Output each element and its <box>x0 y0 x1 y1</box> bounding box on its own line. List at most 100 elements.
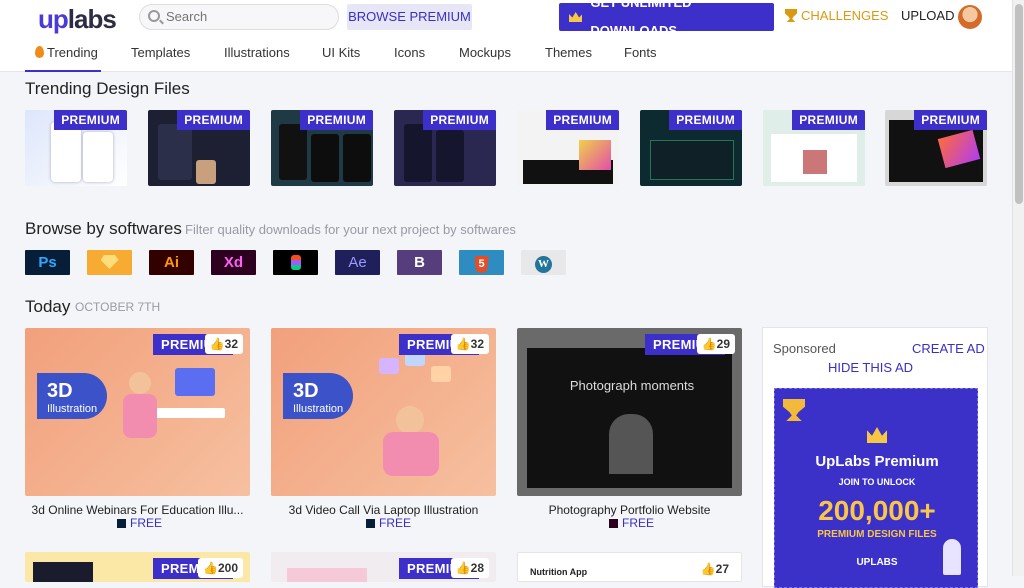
ad-files: PREMIUM DESIGN FILES <box>817 529 937 540</box>
tab-trending[interactable]: Trending <box>25 38 101 72</box>
card-title[interactable]: 3d Online Webinars For Education Illu... <box>25 503 250 517</box>
create-ad-link[interactable]: CREATE AD <box>912 341 985 356</box>
design-card[interactable]: 3D Illustration PREMIUM 👍32 <box>271 328 496 496</box>
like-count[interactable]: 👍29 <box>696 334 735 354</box>
like-count[interactable]: 👍27 <box>695 559 734 579</box>
uplabs-logo[interactable]: uplabs <box>38 4 117 35</box>
design-card[interactable]: Photograph moments PREMIUM 👍29 <box>517 328 742 496</box>
ad-count: 200,000+ <box>818 495 936 526</box>
xd-icon <box>609 518 618 528</box>
premium-badge: PREMIUM <box>177 110 250 130</box>
design-card[interactable]: Nutrition App 👍27 <box>517 552 742 582</box>
trending-thumb[interactable]: PREMIUM <box>271 110 373 186</box>
logo-labs: labs <box>67 4 117 34</box>
figma-filter[interactable] <box>273 250 318 275</box>
like-number: 27 <box>715 562 729 576</box>
trending-thumb[interactable]: PREMIUM <box>885 110 987 186</box>
thumbs-up-icon: 👍 <box>455 561 471 575</box>
thumb-art <box>803 150 827 174</box>
design-card[interactable]: PREMIUM 👍28 <box>271 552 496 582</box>
design-card[interactable]: PREMIUM 👍200 <box>25 552 250 582</box>
bootstrap-filter[interactable]: B <box>397 250 442 275</box>
like-count[interactable]: 👍32 <box>450 334 489 354</box>
sketch-filter[interactable] <box>87 250 132 275</box>
card-title[interactable]: Photography Portfolio Website <box>517 503 742 517</box>
thumb-art <box>158 124 192 180</box>
tab-ui-kits[interactable]: UI Kits <box>322 45 360 60</box>
card-art <box>129 372 151 394</box>
trending-title: Trending Design Files <box>25 79 190 98</box>
card-price: FREE <box>366 516 411 530</box>
tab-fonts[interactable]: Fonts <box>624 45 657 60</box>
tab-themes[interactable]: Themes <box>545 45 592 60</box>
like-count[interactable]: 👍200 <box>198 558 243 578</box>
page-scrollbar[interactable] <box>1012 0 1024 576</box>
card-art-text: Photograph moments <box>569 378 695 393</box>
trending-thumb[interactable]: PREMIUM <box>148 110 250 186</box>
flame-icon <box>35 46 44 58</box>
card-price: FREE <box>117 516 162 530</box>
design-card[interactable]: 3D Illustration PREMIUM 👍32 <box>25 328 250 496</box>
premium-badge: PREMIUM <box>300 110 373 130</box>
photoshop-icon <box>117 518 126 528</box>
like-number: 29 <box>716 337 730 351</box>
premium-badge: PREMIUM <box>914 110 987 130</box>
like-count[interactable]: 👍28 <box>450 558 489 578</box>
illustrator-filter[interactable]: Ai <box>149 250 194 275</box>
premium-ad[interactable]: UpLabs Premium JOIN TO UNLOCK 200,000+ P… <box>774 388 978 588</box>
like-number: 200 <box>217 561 238 575</box>
thumb-art <box>51 122 81 182</box>
thumb-art <box>311 134 339 182</box>
card-art <box>175 368 215 396</box>
card-art <box>609 414 653 474</box>
tab-templates[interactable]: Templates <box>131 45 190 60</box>
wordpress-icon: W <box>535 256 552 273</box>
html5-filter[interactable]: 5 <box>459 250 504 275</box>
thumb-art <box>404 124 432 182</box>
trending-thumb[interactable]: PREMIUM <box>394 110 496 186</box>
xd-filter[interactable]: Xd <box>211 250 256 275</box>
trending-thumb[interactable]: PREMIUM <box>25 110 127 186</box>
card-art <box>155 408 225 418</box>
search-box[interactable] <box>139 4 339 30</box>
scrollbar-thumb[interactable] <box>1015 4 1023 204</box>
browse-premium-button[interactable]: BROWSE PREMIUM <box>347 4 472 30</box>
challenges-link[interactable]: CHALLENGES <box>785 8 888 23</box>
trending-thumb[interactable]: PREMIUM <box>763 110 865 186</box>
photoshop-filter[interactable]: Ps <box>25 250 70 275</box>
card-title[interactable]: 3d Video Call Via Laptop Illustration <box>271 503 496 517</box>
premium-badge: PREMIUM <box>423 110 496 130</box>
search-input[interactable] <box>166 9 326 24</box>
tab-mockups[interactable]: Mockups <box>459 45 511 60</box>
tab-illustrations[interactable]: Illustrations <box>224 45 290 60</box>
wordpress-filter[interactable]: W <box>521 250 566 275</box>
rocket-icon <box>943 539 961 575</box>
trophy-icon <box>783 399 805 421</box>
card-art-text: Illustration <box>293 403 344 415</box>
thumbs-up-icon: 👍 <box>209 337 225 351</box>
logo-up: up <box>38 4 69 34</box>
hide-ad-link[interactable]: HIDE THIS AD <box>828 360 913 375</box>
sketch-icon <box>100 255 119 269</box>
trending-thumb[interactable]: PREMIUM <box>640 110 742 186</box>
tab-label: Trending <box>47 45 98 60</box>
thumb-art <box>343 134 371 182</box>
card-art <box>383 432 439 476</box>
card-art-text: 3D <box>47 380 73 402</box>
like-number: 28 <box>470 561 484 575</box>
like-count[interactable]: 👍32 <box>204 334 243 354</box>
figma-icon <box>290 255 301 270</box>
trophy-icon <box>785 9 797 22</box>
avatar[interactable] <box>958 5 982 29</box>
thumb-art <box>650 140 734 180</box>
tab-icons[interactable]: Icons <box>394 45 425 60</box>
price-label: FREE <box>379 516 412 530</box>
sponsored-panel: Sponsored CREATE AD HIDE THIS AD UpLabs … <box>762 327 988 588</box>
thumb-art <box>83 132 113 182</box>
premium-badge: PREMIUM <box>546 110 619 130</box>
get-unlimited-downloads-button[interactable]: GET UNLIMITED DOWNLOADS <box>559 0 774 38</box>
after-effects-filter[interactable]: Ae <box>335 250 380 275</box>
thumb-art <box>279 124 307 180</box>
trending-thumb[interactable]: PREMIUM <box>517 110 619 186</box>
upload-link[interactable]: UPLOAD <box>901 8 954 23</box>
